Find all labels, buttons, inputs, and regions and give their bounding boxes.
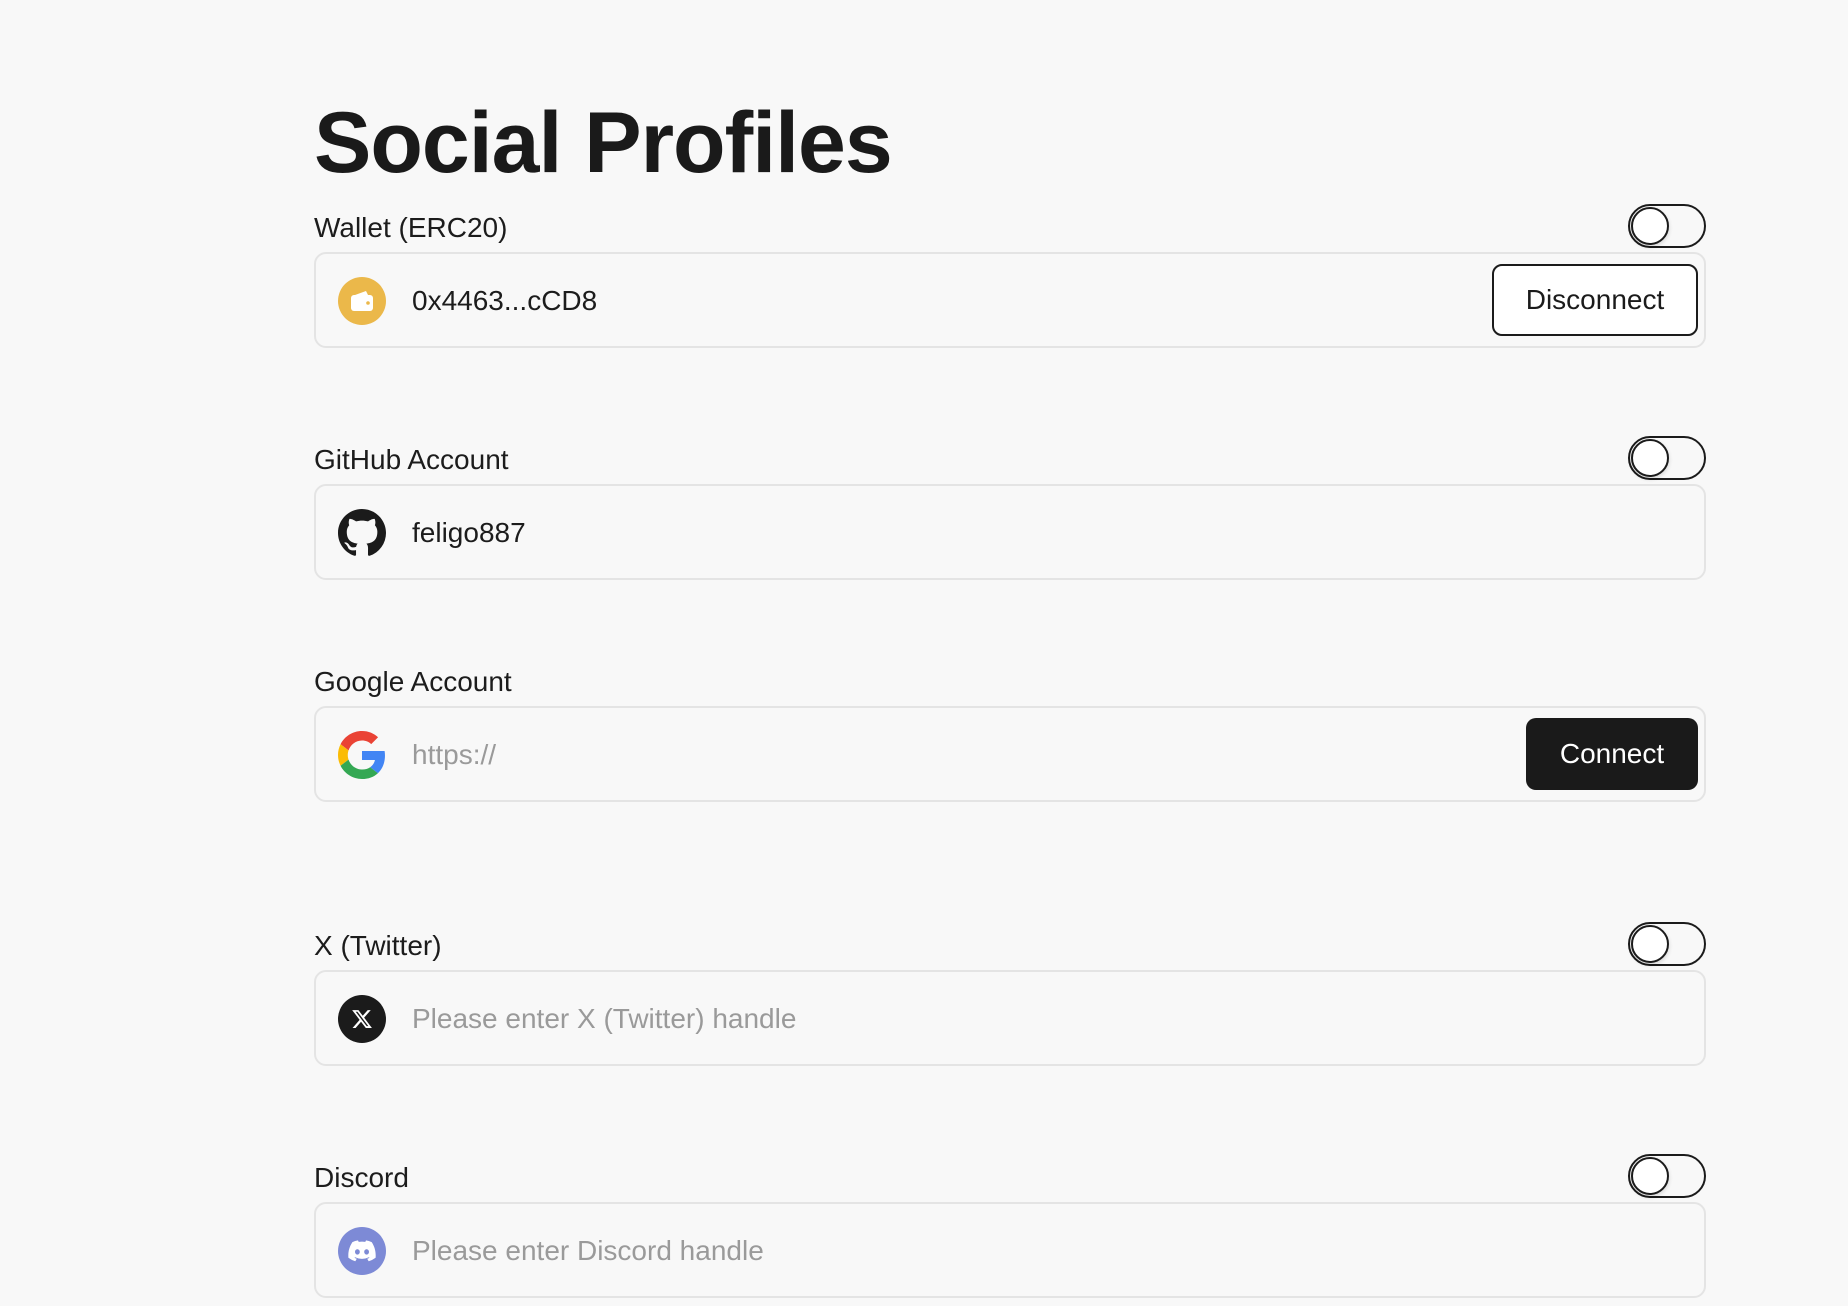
github-toggle[interactable] <box>1628 436 1706 480</box>
discord-label: Discord <box>314 1162 409 1193</box>
toggle-knob <box>1631 1157 1669 1195</box>
wallet-icon <box>338 277 386 325</box>
google-field: Connect <box>314 706 1706 802</box>
discord-toggle[interactable] <box>1628 1154 1706 1198</box>
wallet-toggle[interactable] <box>1628 204 1706 248</box>
discord-field <box>314 1202 1706 1298</box>
twitter-toggle[interactable] <box>1628 922 1706 966</box>
discord-icon <box>338 1227 386 1275</box>
page-title: Social Profiles <box>314 95 893 191</box>
wallet-label: Wallet (ERC20) <box>314 212 508 243</box>
connect-button[interactable]: Connect <box>1526 718 1698 790</box>
twitter-field <box>314 970 1706 1066</box>
github-label: GitHub Account <box>314 444 509 475</box>
toggle-knob <box>1631 207 1669 245</box>
google-url-input[interactable] <box>412 733 1412 777</box>
github-icon <box>338 509 386 557</box>
twitter-handle-input[interactable] <box>412 997 1412 1041</box>
wallet-field: 0x4463...cCD8 Disconnect <box>314 252 1706 348</box>
github-field: feligo887 <box>314 484 1706 580</box>
google-icon <box>338 731 386 779</box>
x-icon <box>338 995 386 1043</box>
discord-handle-input[interactable] <box>412 1229 1412 1273</box>
wallet-address: 0x4463...cCD8 <box>412 285 598 316</box>
toggle-knob <box>1631 439 1669 477</box>
google-label: Google Account <box>314 666 512 697</box>
toggle-knob <box>1631 925 1669 963</box>
disconnect-button[interactable]: Disconnect <box>1492 264 1698 336</box>
twitter-label: X (Twitter) <box>314 930 442 961</box>
github-username: feligo887 <box>412 517 526 548</box>
